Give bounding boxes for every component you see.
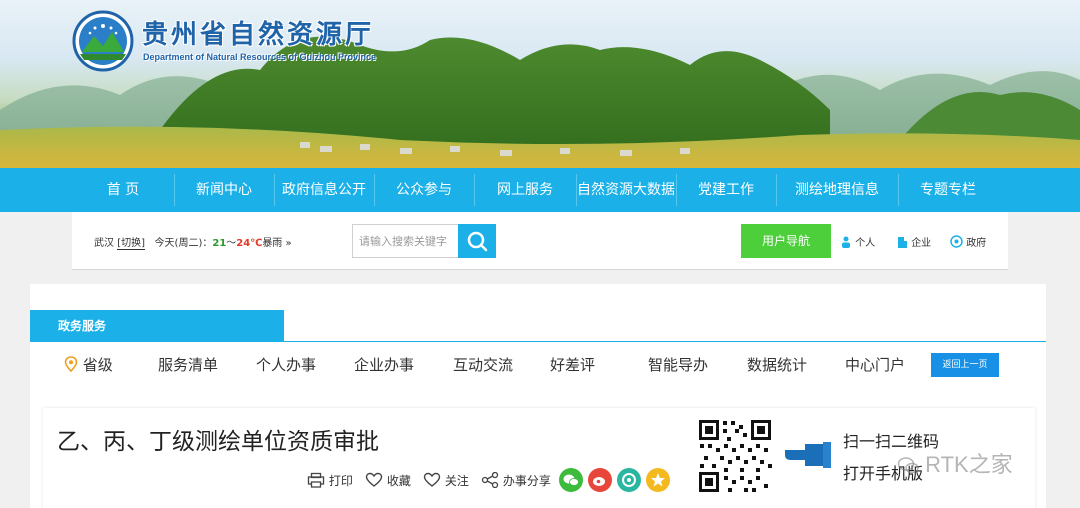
weather-today-label: 今天(周二)：	[154, 238, 213, 249]
weather-widget: 武汉 [切换] 今天(周二)：21～24℃暴雨 »	[94, 234, 292, 250]
qzone-share-icon[interactable]	[617, 468, 641, 492]
svc-rating[interactable]: 好差评	[550, 354, 595, 375]
nav-big-data[interactable]: 自然资源大数据	[576, 168, 676, 212]
user-link-enterprise[interactable]: 企业	[896, 234, 931, 249]
emblem-icon	[950, 235, 963, 248]
nav-public[interactable]: 公众参与	[374, 168, 474, 212]
svc-statistics[interactable]: 数据统计	[747, 354, 807, 375]
svc-interaction[interactable]: 互动交流	[453, 354, 513, 375]
page: 贵州省自然资源厅 Department of Natural Resources…	[0, 0, 1080, 508]
location-selector[interactable]: 省级	[64, 354, 113, 375]
weather-city: 武汉	[94, 238, 114, 249]
svc-center-portal[interactable]: 中心门户	[845, 354, 905, 375]
location-pin-icon	[64, 356, 78, 373]
svc-smart-guide[interactable]: 智能导办	[648, 354, 708, 375]
temp-separator: ～	[226, 238, 237, 249]
nav-surveying[interactable]: 测绘地理信息	[776, 168, 898, 212]
services-tab[interactable]: 政务服务	[30, 310, 284, 342]
pointing-hand-icon	[785, 442, 831, 468]
item-detail-card: 乙、丙、丁级测绘单位资质审批 打印 收藏 关注 办事分享 扫一扫二维码 打开手机…	[43, 408, 1035, 508]
follow-label: 关注	[444, 474, 469, 488]
search-input[interactable]	[352, 224, 458, 258]
heart-outline-icon	[423, 472, 441, 487]
share-button[interactable]: 办事分享	[481, 471, 551, 489]
item-title: 乙、丙、丁级测绘单位资质审批	[57, 429, 379, 455]
city-switch-link[interactable]: [切换]	[117, 238, 145, 250]
weather-more-link[interactable]: »	[286, 238, 292, 249]
location-label: 省级	[82, 356, 113, 374]
main-nav: 首 页 新闻中心 政府信息公开 公众参与 网上服务 自然资源大数据 党建工作 测…	[0, 168, 1080, 212]
watermark-text: RTK之家	[925, 452, 1013, 477]
favorite-share-icon[interactable]	[646, 468, 670, 492]
follow-button[interactable]: 关注	[423, 472, 469, 489]
search-icon	[467, 231, 488, 252]
favorite-button[interactable]: 收藏	[365, 472, 411, 489]
user-link-government[interactable]: 政府	[950, 234, 986, 249]
print-label: 打印	[328, 474, 353, 488]
user-link-label: 个人	[855, 238, 876, 249]
back-button[interactable]: 返回上一页	[931, 353, 999, 377]
print-button[interactable]: 打印	[307, 472, 353, 489]
favorite-label: 收藏	[386, 474, 411, 488]
printer-icon	[307, 472, 325, 488]
search-button[interactable]	[458, 224, 496, 258]
nav-special[interactable]: 专题专栏	[898, 168, 998, 212]
share-icon	[481, 471, 499, 489]
nav-news[interactable]: 新闻中心	[174, 168, 274, 212]
weibo-share-icon[interactable]	[588, 468, 612, 492]
svc-enterprise[interactable]: 企业办事	[354, 354, 414, 375]
temp-low: 21	[212, 238, 227, 249]
watermark: RTK之家	[897, 447, 1013, 479]
svc-personal[interactable]: 个人办事	[256, 354, 316, 375]
info-bar: 武汉 [切换] 今天(周二)：21～24℃暴雨 » 用户导航 个人 企业	[72, 212, 1008, 270]
nav-party[interactable]: 党建工作	[676, 168, 776, 212]
site-title: 贵州省自然资源厅	[142, 20, 375, 50]
nav-home[interactable]: 首 页	[72, 168, 174, 212]
site-banner: 贵州省自然资源厅 Department of Natural Resources…	[0, 0, 1080, 168]
user-link-label: 政府	[966, 238, 987, 249]
building-icon	[898, 237, 907, 248]
nav-online-service[interactable]: 网上服务	[474, 168, 576, 212]
user-nav-button[interactable]: 用户导航	[741, 224, 831, 258]
user-link-personal[interactable]: 个人	[840, 234, 875, 249]
user-link-label: 企业	[911, 238, 932, 249]
wechat-watermark-icon	[897, 457, 919, 474]
nav-gov-info[interactable]: 政府信息公开	[274, 168, 374, 212]
wechat-share-icon[interactable]	[559, 468, 583, 492]
weather-condition: 暴雨	[262, 238, 283, 249]
site-subtitle: Department of Natural Resources of Guizh…	[143, 52, 377, 62]
heart-icon	[365, 472, 383, 487]
svc-service-list[interactable]: 服务清单	[158, 354, 218, 375]
department-logo	[72, 10, 134, 72]
temp-high: 24℃	[236, 238, 263, 249]
qr-code	[697, 418, 773, 494]
share-label: 办事分享	[502, 474, 551, 488]
person-icon	[842, 236, 850, 248]
